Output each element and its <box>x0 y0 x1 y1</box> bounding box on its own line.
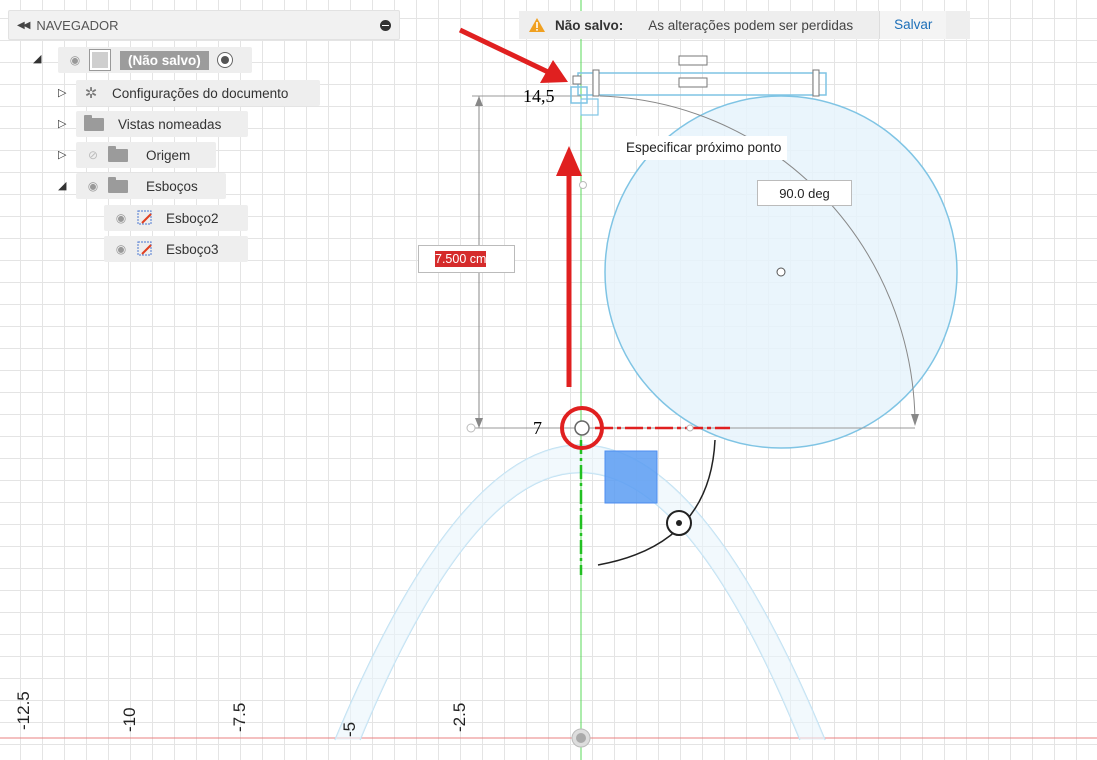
eye-icon[interactable]: ◉ <box>84 179 102 193</box>
angle-input[interactable]: 90.0 deg <box>757 180 852 206</box>
browser-panel: ◀◀ NAVEGADOR <box>8 10 400 40</box>
unsaved-notification: Não salvo: As alterações podem ser perdi… <box>519 11 970 39</box>
dimension-value: 7.500 cm <box>435 251 487 267</box>
inner-parabola <box>359 472 801 741</box>
tree-item-label: Esboços <box>146 178 198 194</box>
navigator-header: ◀◀ NAVEGADOR <box>8 10 400 40</box>
dimension-arrow-top <box>475 96 483 106</box>
next-point-tooltip: Especificar próximo ponto <box>620 136 788 160</box>
eye-hidden-icon[interactable]: ⊘ <box>84 148 102 162</box>
root-label: (Não salvo) <box>120 50 209 70</box>
tree-item-label: Origem <box>146 147 191 163</box>
folder-icon <box>108 145 128 162</box>
sketch-icon <box>137 241 152 256</box>
axis-tick-label: -7.5 <box>230 702 249 732</box>
warning-icon <box>529 18 545 32</box>
annotation-bottom: 7 <box>533 418 542 438</box>
gear-icon: ✲ <box>84 85 98 102</box>
eye-icon[interactable]: ◉ <box>112 242 130 256</box>
tree-root[interactable]: ◉ (Não salvo) <box>58 47 252 73</box>
origin-point <box>574 420 590 436</box>
tree-item-label: Esboço2 <box>166 210 219 226</box>
pin-panel-icon[interactable] <box>380 19 391 31</box>
dimension-arrow-bottom <box>475 418 483 428</box>
eye-icon[interactable]: ◉ <box>112 211 130 225</box>
tree-item-sketch2[interactable]: ◉ Esboço2 <box>104 205 248 231</box>
axis-tick-label: -10 <box>120 707 139 732</box>
collapse-icon[interactable]: ◢ <box>58 179 66 192</box>
navigator-title: NAVEGADOR <box>36 17 119 33</box>
folder-icon <box>108 176 128 193</box>
constraint-glyphs <box>592 55 820 97</box>
axis-tick-label: -5 <box>340 721 359 737</box>
dimension-input[interactable]: 7.500 cm <box>418 245 515 273</box>
expand-icon[interactable]: ▷ <box>58 117 66 130</box>
expand-icon[interactable]: ▷ <box>58 86 66 99</box>
selection-square <box>604 450 658 504</box>
component-icon <box>89 49 111 71</box>
expand-root-icon[interactable]: ◢ <box>33 52 41 65</box>
tree-item-origin[interactable]: ⊘ Origem <box>76 142 216 168</box>
tree-item-named-views[interactable]: Vistas nomeadas <box>76 111 248 137</box>
tree-item-label: Configurações do documento <box>112 85 289 101</box>
circle-center-point <box>776 267 786 277</box>
unsaved-message: As alterações podem ser perdidas <box>648 17 854 33</box>
expand-icon[interactable]: ▷ <box>58 148 66 161</box>
annotation-top: 14,5 <box>523 86 555 106</box>
save-button[interactable]: Salvar <box>879 11 947 39</box>
collapse-panel-icon[interactable]: ◀◀ <box>17 20 30 31</box>
sketch-icon <box>137 210 152 225</box>
tree-item-sketches[interactable]: ◉ Esboços <box>76 173 226 199</box>
tree-item-document-settings[interactable]: ✲ Configurações do documento <box>76 80 320 106</box>
parabola-band <box>335 445 825 740</box>
unsaved-label: Não salvo: <box>555 17 624 33</box>
tree-item-sketch3[interactable]: ◉ Esboço3 <box>104 236 248 262</box>
axis-tick-label: -2.5 <box>450 702 469 732</box>
activate-radio-icon[interactable] <box>216 52 233 68</box>
axis-tick-label: -12.5 <box>14 691 33 730</box>
folder-icon <box>84 114 104 131</box>
eye-icon[interactable]: ◉ <box>66 53 84 67</box>
tree-item-label: Vistas nomeadas <box>118 116 222 132</box>
tree-item-label: Esboço3 <box>166 241 219 257</box>
